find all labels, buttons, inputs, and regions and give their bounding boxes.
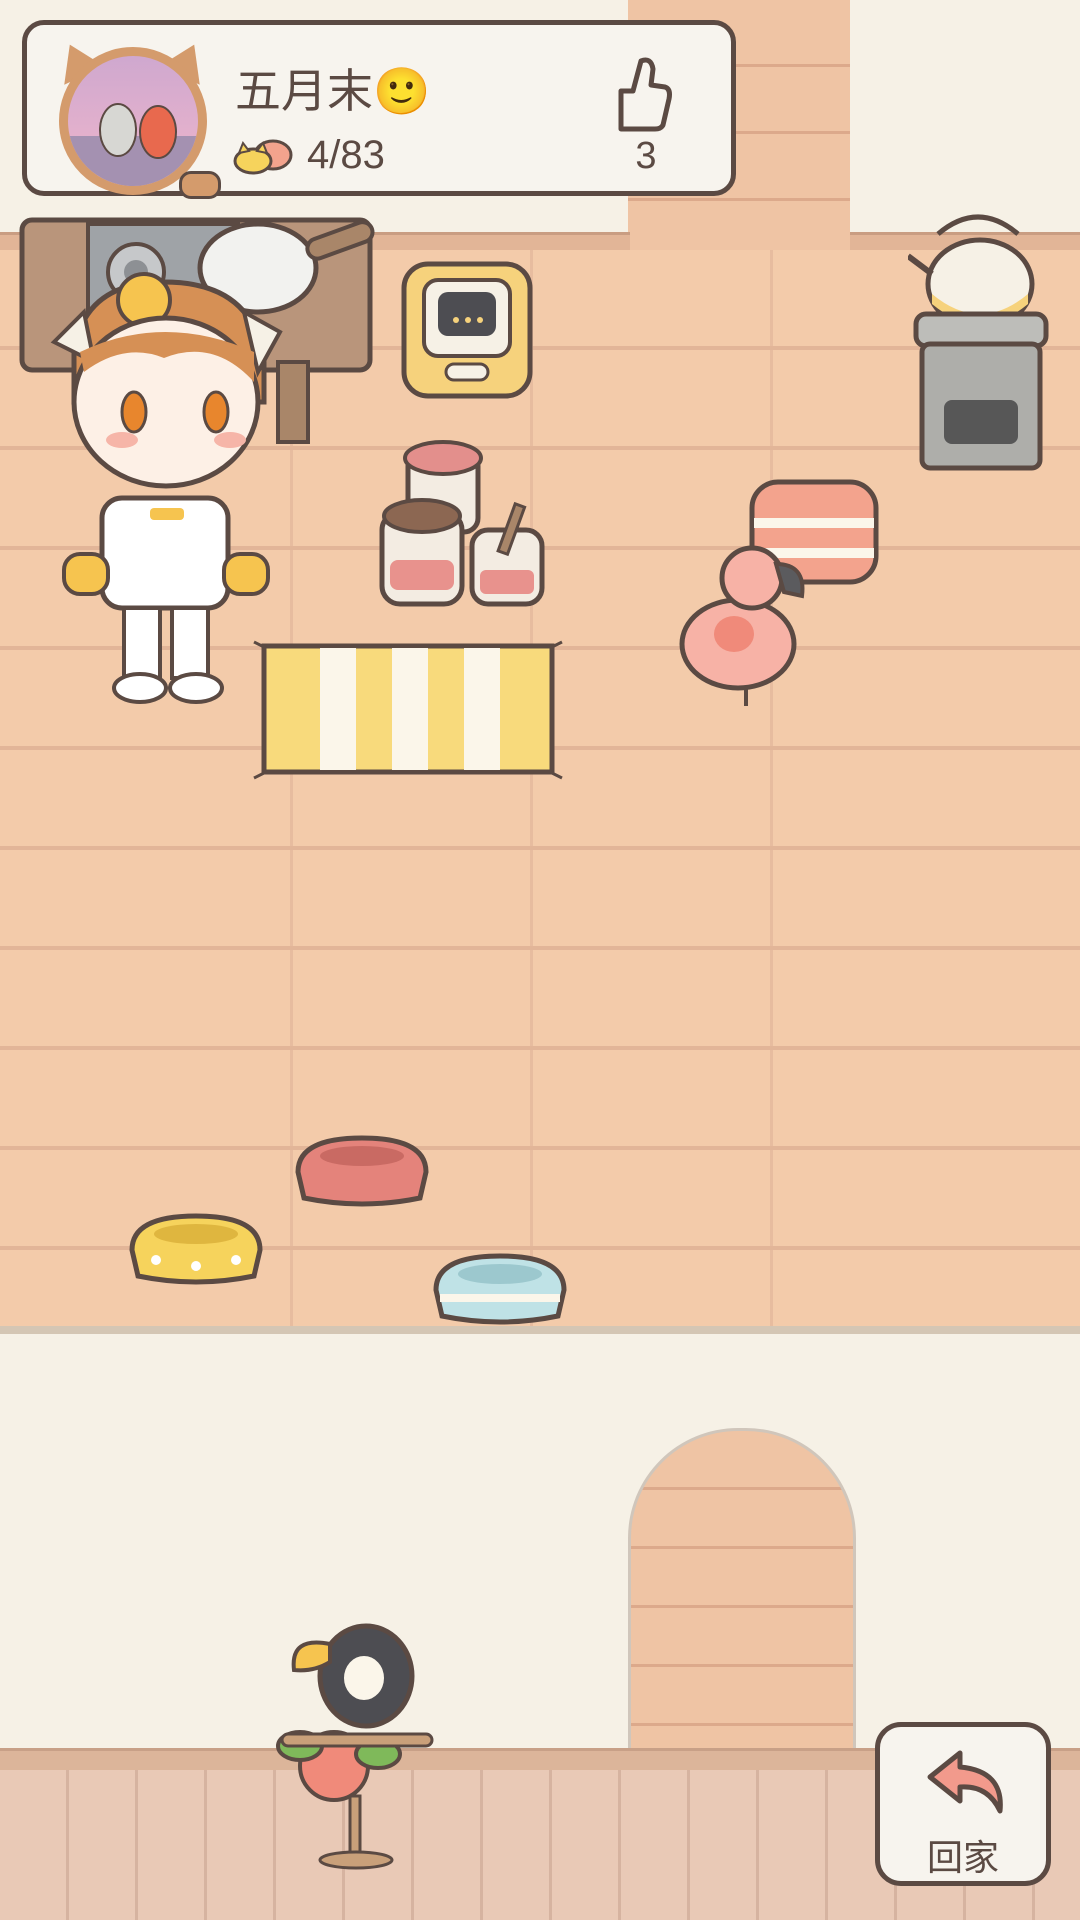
rice-cooker[interactable]	[398, 258, 536, 402]
pet-bowl-blue[interactable]	[430, 1250, 570, 1330]
like-count: 3	[635, 135, 657, 177]
return-arrow-icon	[927, 1750, 1003, 1814]
avatar-cats-image	[68, 103, 198, 186]
pet-bowl-yellow[interactable]	[126, 1210, 266, 1290]
archway-door[interactable]	[628, 1428, 856, 1761]
lower-wall	[0, 1334, 1080, 1754]
game-scene[interactable]	[0, 0, 1080, 1920]
thumbs-up-icon[interactable]	[611, 55, 673, 133]
toucan-perch[interactable]	[270, 1616, 440, 1870]
jam-jars[interactable]	[378, 440, 548, 612]
cat-coin-icon	[233, 139, 293, 175]
striped-rug[interactable]	[252, 634, 564, 784]
go-home-button[interactable]: 回家	[875, 1722, 1051, 1886]
pet-bowl-red[interactable]	[292, 1132, 432, 1212]
username: 五月末🙂	[235, 65, 431, 117]
flamingo-pet[interactable]	[672, 540, 814, 710]
kettle-on-heater[interactable]	[908, 204, 1054, 474]
collection-score: 4/83	[307, 133, 385, 177]
home-button-label: 回家	[926, 1837, 999, 1878]
visitor-profile-card[interactable]: 五月末🙂 4/83 3	[22, 20, 736, 199]
avatar-tail	[179, 171, 221, 199]
